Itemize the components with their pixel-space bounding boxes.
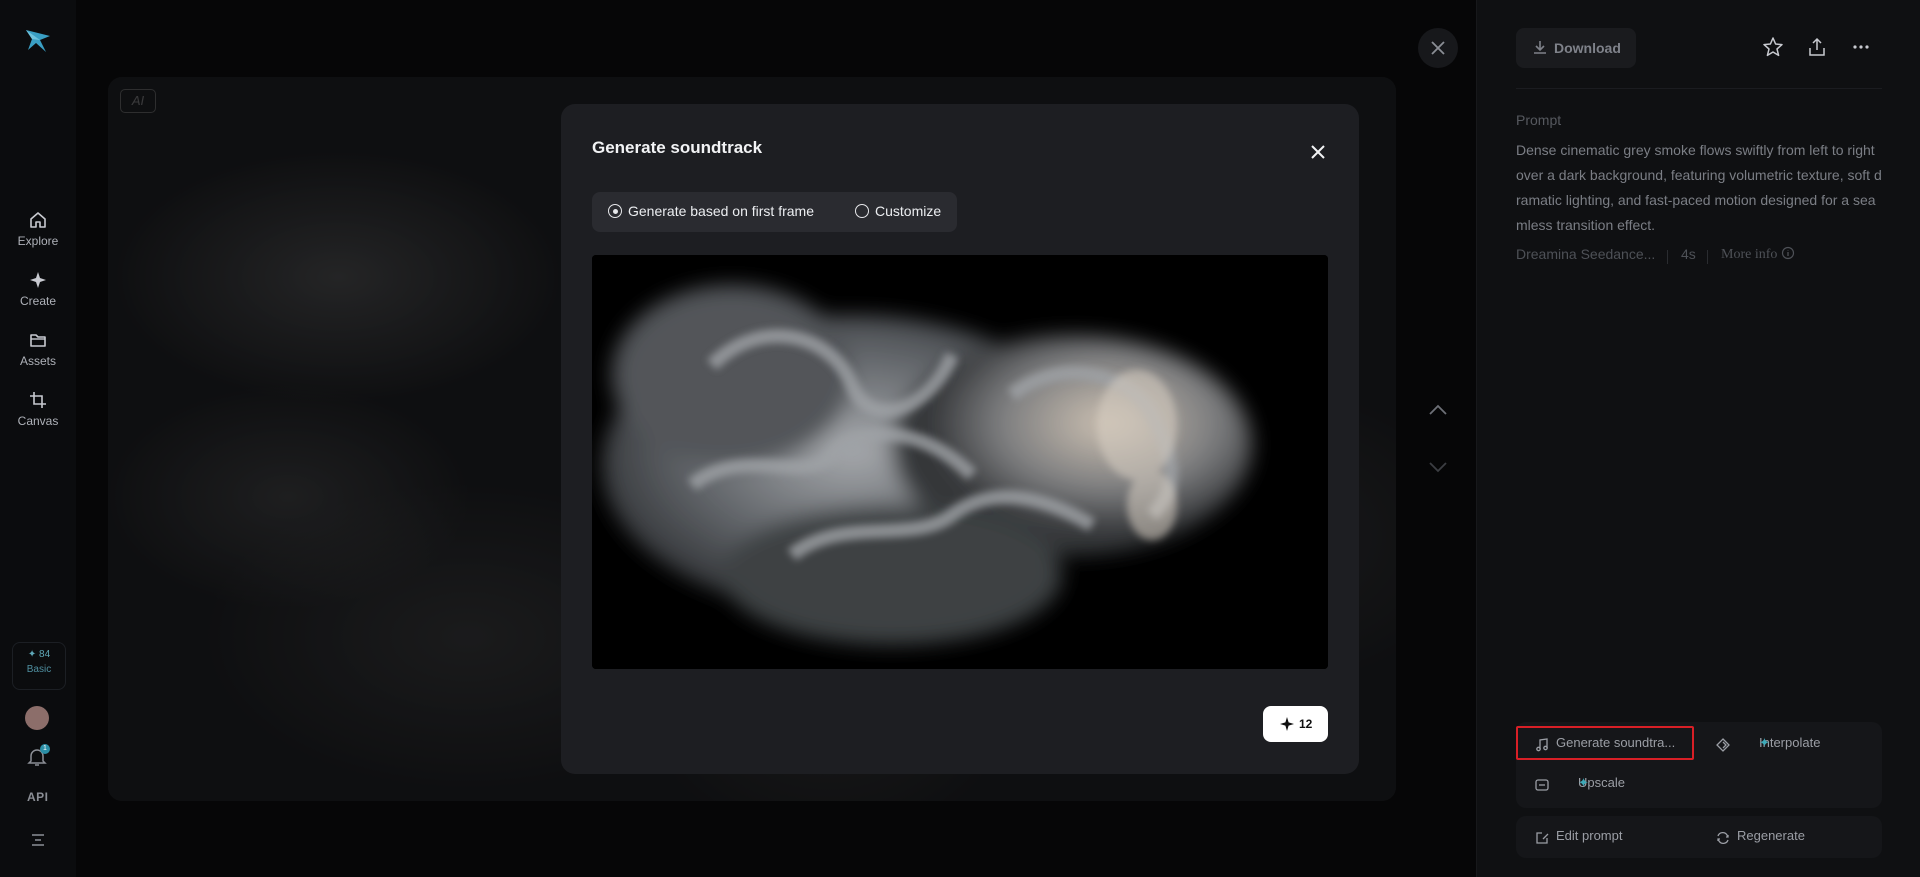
close-icon bbox=[1431, 41, 1445, 55]
smoke-frame-image bbox=[592, 255, 1328, 669]
dialog-title: Generate soundtrack bbox=[592, 138, 763, 157]
nav-item-create[interactable]: Create bbox=[8, 260, 68, 316]
info-icon bbox=[1781, 246, 1794, 260]
share-icon[interactable] bbox=[1806, 36, 1828, 58]
music-note-icon bbox=[1536, 738, 1548, 752]
sparkle-icon: ✦ bbox=[1759, 735, 1770, 750]
regenerate-button[interactable]: Regenerate bbox=[1715, 828, 1835, 846]
edit-prompt-button[interactable]: Edit prompt bbox=[1534, 828, 1654, 846]
radio-selected-icon bbox=[608, 204, 622, 218]
close-icon[interactable] bbox=[1306, 140, 1330, 164]
crop-icon bbox=[30, 392, 46, 408]
divider bbox=[1516, 88, 1882, 89]
nav-label: Create bbox=[19, 294, 57, 308]
nav-label: Explore bbox=[17, 234, 59, 248]
upscale-button[interactable]: Upscale ✦ bbox=[1534, 775, 1654, 793]
prompt-label: Prompt bbox=[1516, 112, 1562, 128]
radio-first-frame[interactable]: Generate based on first frame bbox=[608, 203, 828, 221]
nav-item-canvas[interactable]: Canvas bbox=[8, 380, 68, 436]
home-icon bbox=[30, 212, 46, 228]
download-label: Download bbox=[1554, 40, 1621, 56]
chevron-up-icon[interactable] bbox=[1424, 398, 1452, 422]
interpolate-icon bbox=[1716, 738, 1730, 752]
folder-icon bbox=[30, 334, 46, 347]
divider bbox=[1667, 250, 1668, 264]
credits-widget[interactable]: ✦ 84 Basic bbox=[12, 642, 66, 690]
star-icon[interactable] bbox=[1762, 36, 1784, 58]
generate-soundtrack-button[interactable]: Generate soundtra... bbox=[1534, 735, 1684, 753]
more-info-label: More info bbox=[1721, 247, 1778, 262]
prompt-text: Dense cinematic grey smoke flows swiftly… bbox=[1516, 142, 1882, 233]
model-name: Dreamina Seedance... bbox=[1516, 246, 1656, 262]
api-link[interactable]: API bbox=[27, 790, 49, 804]
sparkle-icon: ✦ bbox=[1578, 775, 1589, 790]
interpolate-button[interactable]: Interpolate ✦ bbox=[1715, 735, 1835, 753]
nav-label: Assets bbox=[19, 354, 56, 368]
nav-label: Canvas bbox=[17, 414, 59, 428]
regenerate-icon bbox=[1717, 831, 1729, 845]
download-icon bbox=[1534, 41, 1546, 54]
action-label: Regenerate bbox=[1737, 828, 1805, 843]
radio-unselected-icon bbox=[855, 204, 869, 218]
chevron-down-icon[interactable] bbox=[1424, 455, 1452, 479]
generate-cost: 12 bbox=[1299, 717, 1313, 731]
app-logo-icon[interactable] bbox=[24, 26, 52, 54]
nav-item-explore[interactable]: Explore bbox=[8, 200, 68, 256]
generate-button[interactable]: 12 bbox=[1263, 706, 1328, 742]
radio-label: Customize bbox=[875, 203, 942, 219]
avatar[interactable] bbox=[25, 706, 49, 730]
action-label: Edit prompt bbox=[1556, 828, 1623, 843]
close-viewer-button[interactable] bbox=[1418, 28, 1458, 68]
notification-badge: 1 bbox=[40, 744, 50, 754]
radio-label: Generate based on first frame bbox=[628, 203, 814, 219]
download-button[interactable]: Download bbox=[1516, 28, 1636, 68]
menu-icon[interactable] bbox=[30, 831, 46, 847]
plan-label: Basic bbox=[26, 664, 52, 675]
sparkle-icon bbox=[30, 272, 46, 288]
sparkle-icon bbox=[1280, 717, 1294, 731]
more-options-icon[interactable] bbox=[1850, 36, 1872, 58]
divider bbox=[1707, 250, 1708, 264]
duration: 4s bbox=[1681, 246, 1696, 262]
action-label: Generate soundtra... bbox=[1556, 735, 1676, 750]
edit-icon bbox=[1536, 832, 1549, 844]
first-frame-preview bbox=[592, 255, 1328, 669]
more-info-link[interactable]: More info bbox=[1721, 246, 1795, 263]
sparkle-icon: ✦ bbox=[27, 649, 37, 660]
upscale-icon bbox=[1535, 779, 1549, 791]
radio-customize[interactable]: Customize bbox=[855, 203, 950, 221]
credits-value: 84 bbox=[39, 649, 51, 660]
nav-item-assets[interactable]: Assets bbox=[8, 320, 68, 376]
